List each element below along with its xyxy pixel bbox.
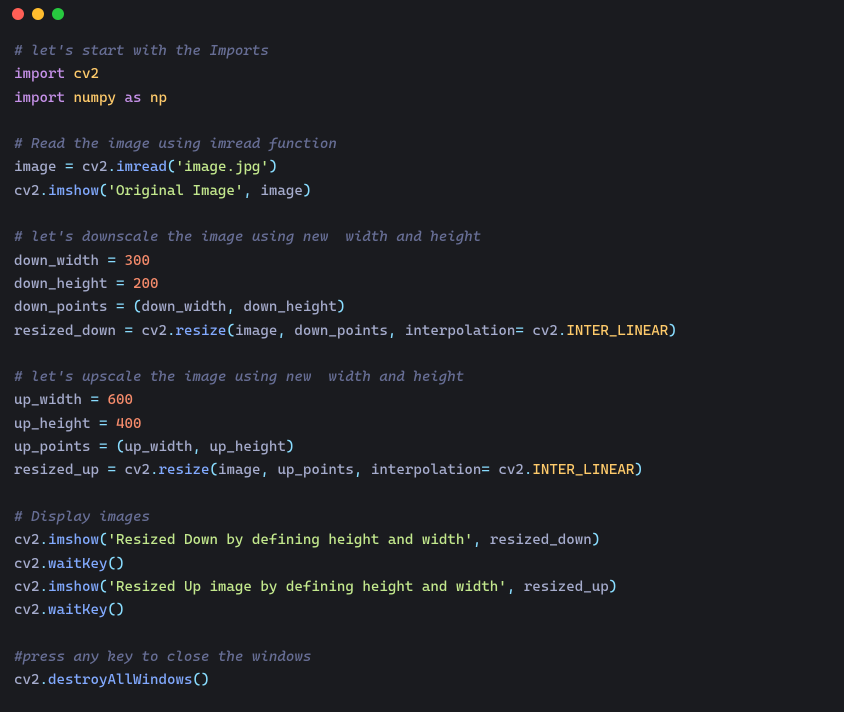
code-line: up_width = 600	[14, 392, 133, 408]
code-line: image = cv2.imread('image.jpg')	[14, 159, 277, 175]
code-editor[interactable]: # let's start with the Imports import cv…	[0, 28, 844, 706]
code-line: resized_down = cv2.resize(image, down_po…	[14, 323, 677, 339]
code-line: down_height = 200	[14, 276, 158, 292]
code-line: cv2.imshow('Original Image', image)	[14, 183, 311, 199]
zoom-icon[interactable]	[52, 8, 64, 20]
code-comment: # let's start with the Imports	[14, 43, 269, 59]
code-line: cv2.destroyAllWindows()	[14, 672, 209, 688]
code-comment: # let's upscale the image using new widt…	[14, 369, 464, 385]
close-icon[interactable]	[12, 8, 24, 20]
window-titlebar	[0, 0, 844, 28]
code-line: cv2.imshow('Resized Down by defining hei…	[14, 532, 600, 548]
minimize-icon[interactable]	[32, 8, 44, 20]
code-line: cv2.imshow('Resized Up image by defining…	[14, 579, 617, 595]
code-comment: # Read the image using imread function	[14, 136, 337, 152]
code-comment: # Display images	[14, 509, 150, 525]
code-comment: # let's downscale the image using new wi…	[14, 229, 481, 245]
code-line: down_width = 300	[14, 253, 150, 269]
code-comment: #press any key to close the windows	[14, 649, 311, 665]
code-line: up_points = (up_width, up_height)	[14, 439, 294, 455]
code-line: down_points = (down_width, down_height)	[14, 299, 345, 315]
code-line: import cv2	[14, 66, 99, 82]
code-line: cv2.waitKey()	[14, 556, 124, 572]
code-line: import numpy as np	[14, 90, 167, 106]
code-line: up_height = 400	[14, 416, 141, 432]
code-line: resized_up = cv2.resize(image, up_points…	[14, 462, 643, 478]
code-line: cv2.waitKey()	[14, 602, 124, 618]
